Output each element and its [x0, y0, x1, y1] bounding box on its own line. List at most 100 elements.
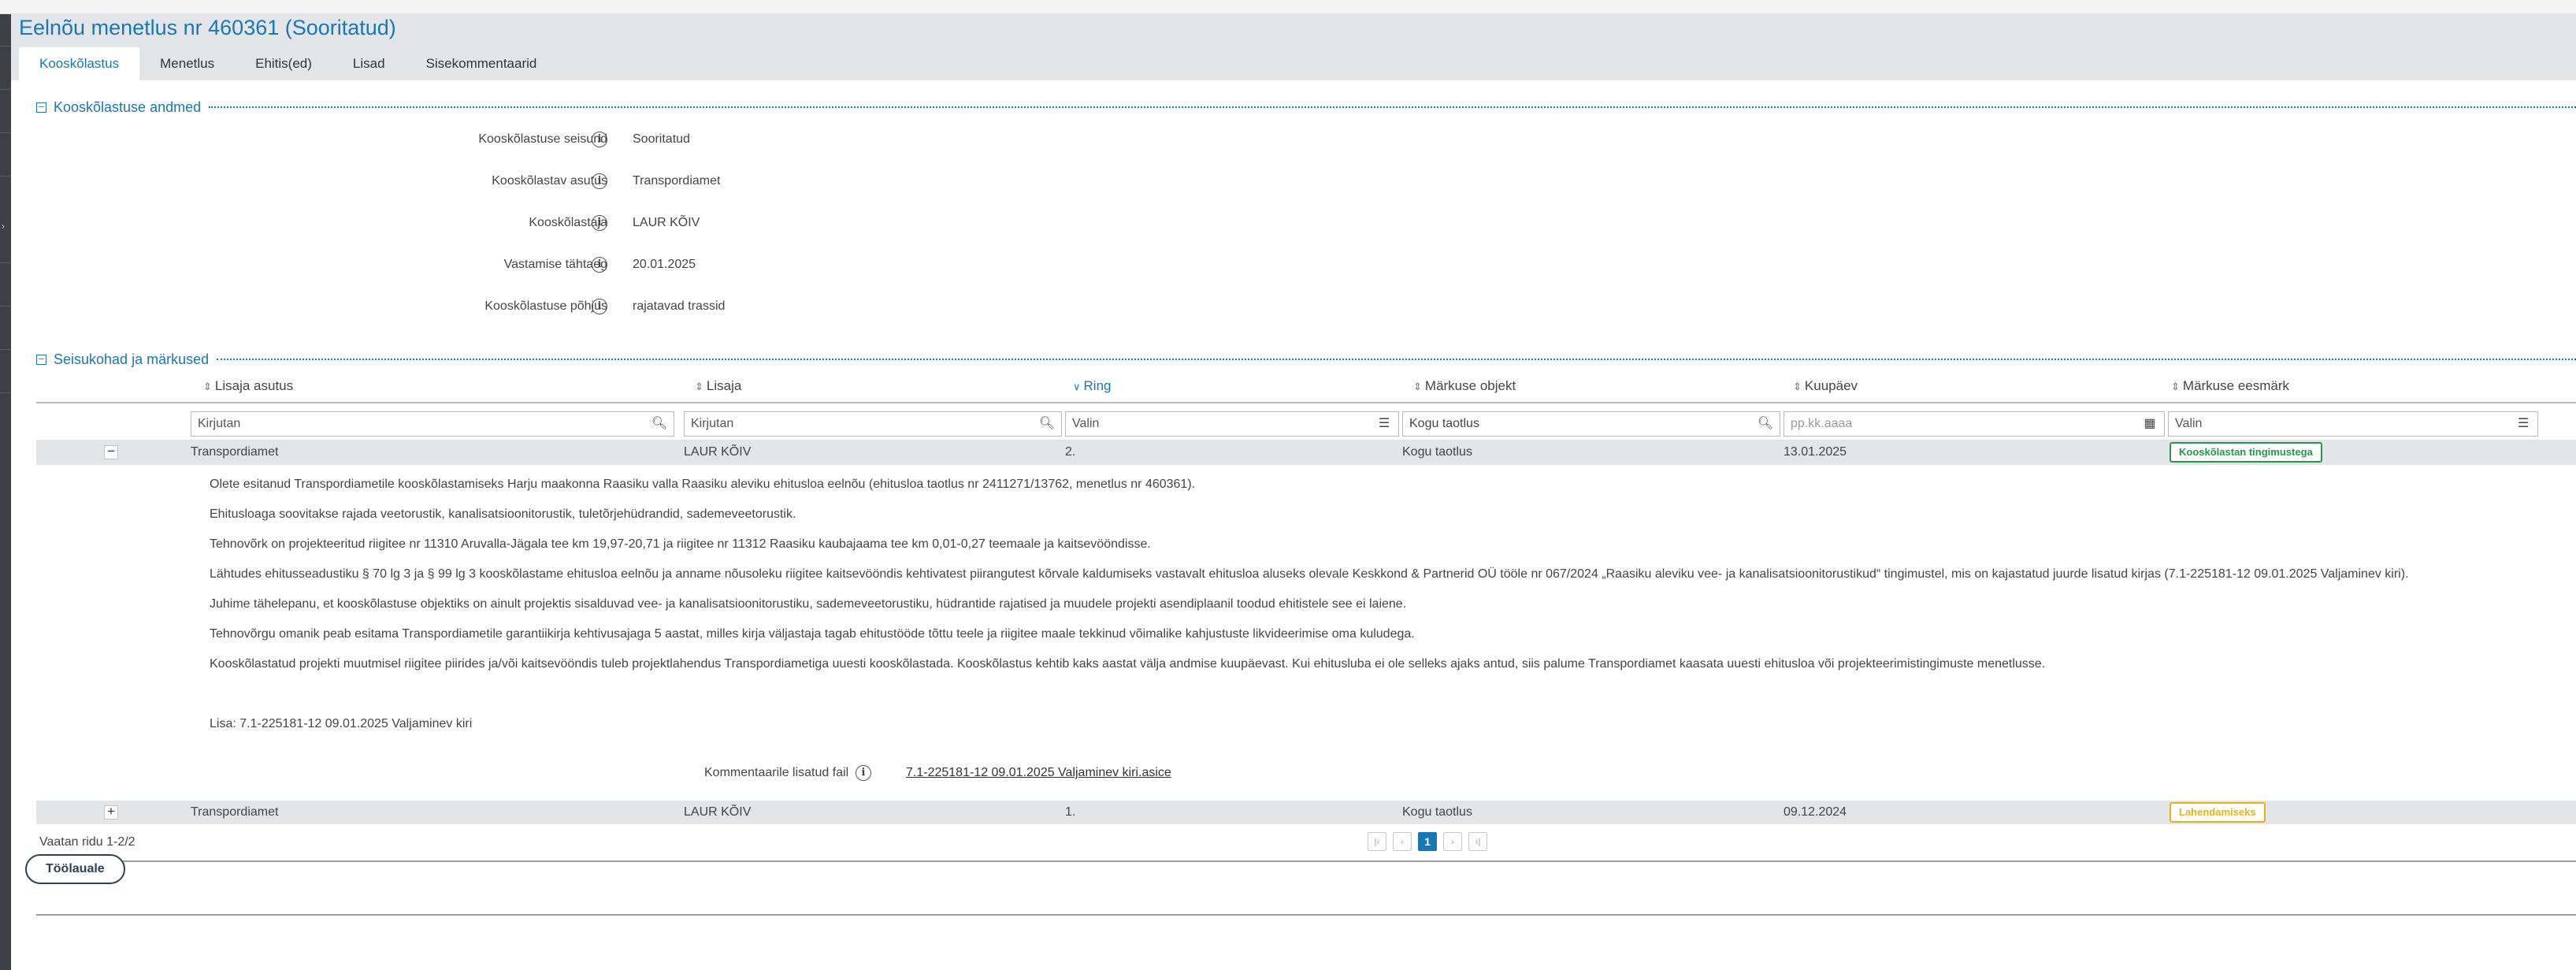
field-value: 20.01.2025 [633, 258, 696, 271]
detail-paragraph: Kooskõlastatud projekti muutmisel riigit… [210, 657, 2046, 671]
field-value: Transpordiamet [633, 174, 721, 188]
col-header-markuse-eesmark[interactable]: ⇕ Märkuse eesmärk [2171, 370, 2289, 402]
sort-icon: ⇕ [1413, 381, 1422, 392]
filter-markuse-objekt-input[interactable] [1402, 411, 1780, 437]
tab-sisekommentaarid[interactable]: Sisekommentaarid [406, 47, 558, 80]
cell-objekt: Kogu taotlus [1402, 445, 1472, 459]
cell-ring: 1. [1065, 805, 1076, 819]
prev-page-button[interactable]: ‹ [1393, 832, 1412, 851]
tab-lisad[interactable]: Lisad [332, 47, 406, 80]
sort-icon: ⇕ [203, 381, 212, 392]
status-badge: Lahendamiseks [2170, 802, 2266, 823]
filter-lisaja-input[interactable] [684, 411, 1062, 437]
section-title[interactable]: Seisukohad ja märkused [54, 351, 209, 368]
field-label: Kooskõlastav asutus [492, 174, 607, 188]
info-icon[interactable]: i [592, 173, 607, 189]
section-kooskolastuse-andmed[interactable]: − Kooskõlastuse andmed [36, 98, 2576, 116]
col-header-label: Lisaja [706, 378, 742, 393]
field-row-seisund: Kooskõlastuse seisund i Sooritatud [11, 128, 956, 151]
field-row-kooskolastaja: Kooskõlastaja i LAUR KÕIV [11, 211, 956, 235]
browser-top-bar [0, 0, 2576, 14]
last-page-button[interactable]: ›| [1468, 832, 1487, 851]
field-value: Sooritatud [633, 132, 690, 146]
col-header-label: Kuupäev [1804, 378, 1858, 393]
tab-bar: Kooskõlastus Menetlus Ehitis(ed) Lisad S… [19, 47, 557, 80]
collapse-minus-icon[interactable]: − [36, 354, 46, 365]
search-icon[interactable]: 🔍︎ [1038, 415, 1056, 433]
first-page-button[interactable]: |‹ [1368, 832, 1386, 851]
calendar-icon[interactable]: ▦ [2141, 415, 2158, 433]
info-icon[interactable]: i [592, 299, 607, 314]
search-icon[interactable]: 🔍︎ [1757, 415, 1774, 433]
col-header-label: Lisaja asutus [214, 378, 294, 393]
pager-summary: Vaatan ridu 1-2/2 [39, 835, 135, 849]
col-header-lisaja[interactable]: ⇕ Lisaja [695, 370, 741, 402]
section-title[interactable]: Kooskõlastuse andmed [54, 99, 201, 116]
expand-row-icon[interactable]: + [104, 805, 118, 819]
search-icon[interactable]: 🔍︎ [651, 415, 668, 433]
tab-kooskolastus[interactable]: Kooskõlastus [19, 47, 140, 80]
detail-paragraph: Lisa: 7.1-225181-12 09.01.2025 Valjamine… [210, 717, 473, 730]
section-seisukohad[interactable]: − Seisukohad ja märkused [36, 351, 2576, 368]
cell-asutus: Transpordiamet [191, 445, 279, 459]
sort-icon: ⇕ [695, 381, 703, 392]
info-icon[interactable]: i [592, 257, 607, 273]
col-header-ring[interactable]: ∨ Ring [1073, 370, 1111, 402]
remarks-table: ⇕ Lisaja asutus ⇕ Lisaja ∨ Ring ⇕ Märkuse ob… [36, 370, 2576, 922]
filter-kuupaev-input[interactable] [1784, 411, 2165, 437]
table-row[interactable]: + Transpordiamet LAUR KÕIV 1. Kogu taotl… [36, 801, 2576, 824]
filter-ring-select[interactable] [1065, 411, 1399, 437]
info-icon[interactable]: i [856, 765, 871, 781]
pagination: |‹ ‹ 1 › ›| [1368, 832, 1487, 851]
cell-ring: 2. [1065, 445, 1076, 459]
list-icon[interactable]: ☰ [2515, 415, 2532, 433]
col-header-kuupaev[interactable]: ⇕ Kuupäev [1793, 370, 1858, 402]
table-bottom-divider [36, 860, 2576, 862]
page-title: Eelnõu menetlus nr 460361 (Sooritatud) [19, 16, 396, 39]
detail-paragraph: Tehnovõrk on projekteeritud riigitee nr … [210, 537, 1151, 551]
back-to-dashboard-button[interactable]: Töölauale [25, 854, 125, 884]
detail-paragraph: Lähtudes ehitusseadustiku § 70 lg 3 ja §… [210, 567, 2409, 581]
detail-paragraph: Ehitusloaga soovitakse rajada veetorusti… [210, 507, 796, 521]
list-icon[interactable]: ☰ [1375, 415, 1393, 433]
cell-lisaja: LAUR KÕIV [684, 445, 752, 459]
left-navigation-rail[interactable]: › [0, 14, 11, 970]
col-header-markuse-objekt[interactable]: ⇕ Märkuse objekt [1413, 370, 1516, 402]
field-value: LAUR KÕIV [633, 216, 700, 229]
collapse-minus-icon[interactable]: − [36, 102, 46, 113]
header-divider [36, 402, 2576, 403]
col-header-lisaja-asutus[interactable]: ⇕ Lisaja asutus [203, 370, 293, 402]
filter-markuse-eesmark-select[interactable] [2168, 411, 2538, 437]
collapse-row-icon[interactable]: − [104, 444, 118, 459]
cell-kuupaev: 09.12.2024 [1784, 805, 1847, 819]
next-page-button[interactable]: › [1443, 832, 1462, 851]
field-row-pohjus: Kooskõlastuse põhjus i rajatavad trassid [11, 295, 956, 318]
filter-lisaja-asutus-input[interactable] [191, 411, 674, 437]
info-icon[interactable]: i [592, 215, 607, 231]
info-icon[interactable]: i [592, 132, 607, 147]
section-divider [209, 106, 2576, 108]
col-header-label: Märkuse eesmärk [2182, 378, 2290, 393]
tab-ehitised[interactable]: Ehitis(ed) [235, 47, 332, 80]
field-value: rajatavad trassid [633, 299, 726, 313]
col-header-label: Märkuse objekt [1424, 378, 1516, 393]
sort-icon: ⇕ [1793, 381, 1802, 392]
field-row-asutus: Kooskõlastav asutus i Transpordiamet [11, 169, 956, 193]
page-header: Eelnõu menetlus nr 460361 (Sooritatud) K… [11, 14, 2576, 80]
field-label: Kooskõlastuse seisund [478, 132, 607, 146]
rail-chevron-icon[interactable]: › [2, 221, 5, 232]
field-label: Kooskõlastuse põhjus [484, 299, 607, 313]
detail-paragraph: Juhime tähelepanu, et kooskõlastuse obje… [210, 597, 1407, 611]
attachment-link[interactable]: 7.1-225181-12 09.01.2025 Valjaminev kiri… [906, 766, 1171, 780]
footer-divider [36, 914, 2576, 916]
attachment-label: Kommentaarile lisatud fail [704, 766, 849, 779]
tab-menetlus[interactable]: Menetlus [139, 47, 235, 80]
page-1-button[interactable]: 1 [1418, 832, 1437, 851]
section-divider [217, 359, 2576, 360]
sort-descending-icon: ∨ [1073, 381, 1081, 392]
detail-paragraph: Tehnovõrgu omanik peab esitama Transpord… [210, 627, 1415, 641]
detail-paragraph: Olete esitanud Transpordiametile kooskõl… [210, 478, 1196, 491]
table-row[interactable]: − Transpordiamet LAUR KÕIV 2. Kogu taotl… [36, 440, 2576, 465]
cell-asutus: Transpordiamet [191, 805, 279, 819]
status-badge: Kooskõlastan tingimustega [2170, 442, 2322, 463]
